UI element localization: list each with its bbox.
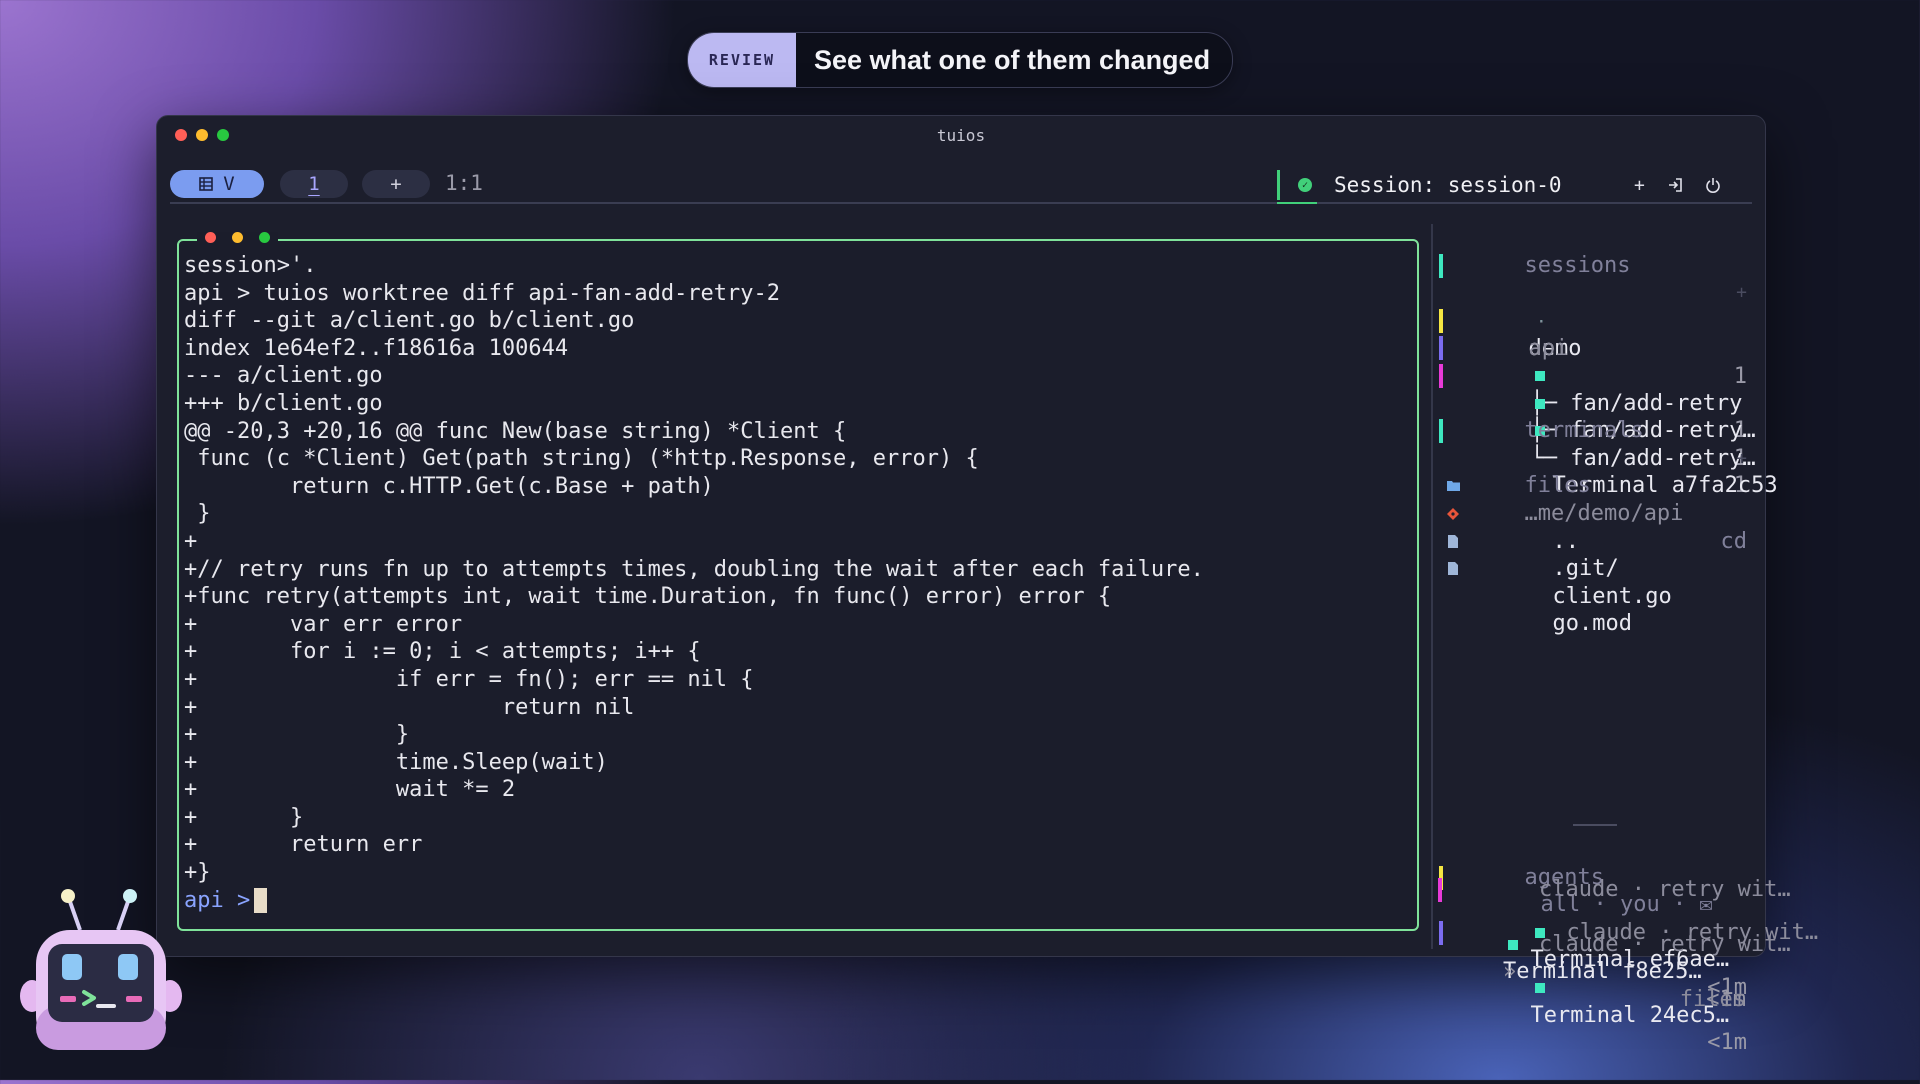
add-session-button[interactable]: +: [1634, 175, 1645, 196]
terminal-line: +++ b/client.go: [184, 390, 383, 416]
worktree-item[interactable]: ├─ fan/add-retry… 1: [1439, 334, 1756, 471]
session-accent-bar: [1277, 170, 1280, 200]
resize-handle[interactable]: [1573, 824, 1617, 826]
app-window: tuios V 1 + 1:1 ✓ Session: session-0 + s…: [156, 115, 1818, 1055]
sidebar: sessions + · demo 1 · api ├─ fan/add-ret…: [1439, 224, 1818, 1055]
add-workspace-button[interactable]: +: [362, 170, 430, 198]
terminal-line: session>'.: [184, 253, 317, 278]
terminal-line: + }: [184, 722, 410, 748]
file-name: go.mod: [1552, 611, 1632, 637]
terminal-prompt[interactable]: api >: [184, 887, 1407, 915]
active-terminal-bar: [1439, 419, 1443, 444]
agent-color-bar: [1438, 877, 1442, 902]
terminal-line: + time.Sleep(wait): [184, 749, 608, 775]
terminal-line: +: [184, 528, 198, 554]
add-workspace-label: +: [390, 173, 402, 195]
file-item[interactable]: client.go: [1439, 528, 1755, 609]
terminal-line: + }: [184, 804, 304, 830]
folder-icon: [1447, 481, 1460, 492]
sessions-header: sessions +: [1439, 224, 1755, 304]
file-item[interactable]: .git/: [1439, 500, 1755, 581]
terminal-output: session>'. api > tuios worktree diff api…: [184, 252, 1407, 914]
session-underline: [1277, 202, 1317, 204]
review-tag: REVIEW: [688, 33, 796, 87]
worktree-item[interactable]: └─ fan/add-retry… 1: [1439, 362, 1756, 498]
terminal-line: +}: [184, 860, 211, 886]
session-indicator[interactable]: ✓ Session: session-0: [1277, 168, 1562, 202]
file-name: client.go: [1552, 583, 1672, 609]
terminal-item[interactable]: Terminal a7fa2c53: [1439, 417, 1778, 498]
terminal-line: index 1e64ef2..f18616a 100644: [184, 335, 569, 361]
worktree-item[interactable]: ├─ fan/add-retry 1: [1439, 307, 1755, 443]
prompt-dir: api: [184, 887, 224, 913]
sidebar-agents-continued: claude · retry wit… Terminal f8e25… <1m …: [1438, 848, 1791, 1012]
minimize-pane-button[interactable]: [232, 232, 243, 243]
expand-chevron-icon[interactable]: »: [1491, 959, 1516, 984]
window-title: tuios: [936, 126, 986, 145]
pane-controls: [197, 232, 278, 243]
agent-item[interactable]: Terminal f8e25… <1m: [1438, 876, 1754, 1012]
agent-time: <1m: [1707, 1030, 1747, 1056]
session-item-api[interactable]: · api: [1439, 279, 1755, 362]
terminal-line: + wait *= 2: [184, 777, 516, 803]
close-pane-button[interactable]: [205, 232, 216, 243]
terminal-line: + if err = fn(); err == nil {: [184, 666, 754, 692]
terminal-line: func (c *Client) Get(path string) (*http…: [184, 446, 979, 472]
tab-bar: V 1 + 1:1 ✓ Session: session-0 +: [170, 168, 1752, 204]
banner-title: See what one of them changed: [814, 44, 1211, 75]
prompt-arrow: >: [237, 887, 251, 913]
robot-mascot-icon: [20, 889, 182, 1050]
terminal-line: --- a/client.go: [184, 363, 383, 389]
terminal-line: api > tuios worktree diff api-fan-add-re…: [184, 280, 781, 306]
active-session-bar: [1439, 253, 1443, 278]
files-header: files …me/demo/api cd: [1439, 445, 1755, 553]
workspace-label: 1: [308, 173, 320, 195]
grid-icon: [199, 177, 214, 191]
worktree-color-bar: [1439, 308, 1443, 333]
terminal-line: +// retry runs fn up to attempts times, …: [184, 556, 1204, 582]
agent-detail: claude · retry wit…: [1438, 848, 1791, 902]
session-item-demo[interactable]: · demo 1: [1439, 252, 1755, 389]
worktree-color-bar: [1439, 364, 1443, 388]
terminal-line: + var err error: [184, 611, 463, 637]
check-icon: ✓: [1298, 178, 1312, 192]
session-actions: +: [1634, 168, 1721, 202]
worktree-color-bar: [1439, 336, 1443, 361]
detach-icon[interactable]: [1667, 177, 1683, 193]
terminal-pane[interactable]: session>'. api > tuios worktree diff api…: [177, 232, 1419, 931]
sidebar-footer: » files: [1438, 931, 1754, 1012]
terminal-line: +func retry(attempts int, wait time.Dura…: [184, 584, 1112, 610]
agent-detail: claude · retry wit…: [1438, 903, 1791, 957]
pane-divider[interactable]: [1431, 224, 1433, 949]
file-item[interactable]: ..: [1439, 472, 1755, 554]
mode-button[interactable]: V: [170, 170, 264, 198]
terminal-line: + for i := 0; i < attempts; i++ {: [184, 639, 701, 665]
terminal-line: diff --git a/client.go b/client.go: [184, 308, 635, 334]
terminal-line: @@ -20,3 +20,16 @@ func New(base string)…: [184, 418, 847, 444]
terminal-line: return c.HTTP.Get(c.Base + path): [184, 473, 714, 499]
text-cursor: [254, 888, 268, 914]
terminals-header: terminals +: [1439, 390, 1755, 469]
terminal-line: }: [184, 501, 211, 527]
top-banner: REVIEW See what one of them changed: [687, 32, 1233, 88]
power-icon[interactable]: [1705, 177, 1721, 193]
git-icon: [1447, 508, 1459, 520]
terminal-line: + return err: [184, 832, 423, 858]
session-label: Session: session-0: [1334, 173, 1562, 197]
files-toggle-button[interactable]: files: [1680, 986, 1746, 1014]
file-icon: [1448, 534, 1458, 548]
layout-ratio: 1:1: [445, 171, 483, 195]
file-item[interactable]: go.mod: [1439, 555, 1755, 636]
file-icon: [1448, 562, 1458, 576]
agent-name: Terminal f8e25…: [1502, 959, 1702, 985]
mode-label: V: [223, 173, 235, 195]
maximize-pane-button[interactable]: [259, 232, 270, 243]
workspace-tab-1[interactable]: 1: [280, 170, 348, 198]
terminal-line: + return nil: [184, 694, 635, 720]
